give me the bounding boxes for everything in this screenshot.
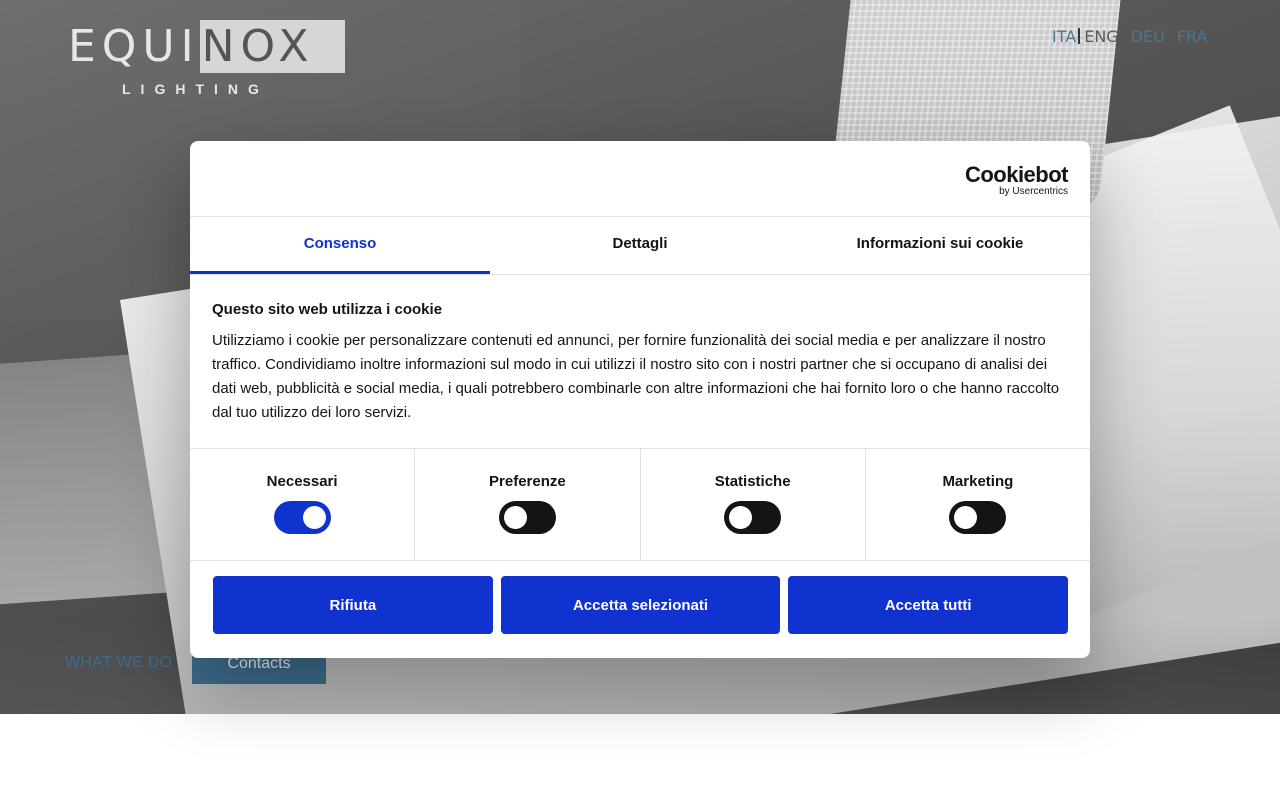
toggle-cell-preferenze: Preferenze bbox=[415, 449, 641, 560]
dialog-tabs: Consenso Dettagli Informazioni sui cooki… bbox=[190, 217, 1090, 275]
cookiebot-logo[interactable]: Cookiebot by Usercentrics bbox=[964, 162, 1069, 197]
logo-word-right: NOX bbox=[199, 20, 345, 73]
toggle-cell-statistiche: Statistiche bbox=[641, 449, 866, 560]
toggle-marketing[interactable] bbox=[949, 501, 1007, 534]
accept-selected-button[interactable]: Accetta selezionati bbox=[500, 576, 781, 634]
tab-dettagli[interactable]: Dettagli bbox=[490, 217, 790, 274]
cookie-consent-dialog: Cookiebot by Usercentrics Consenso Detta… bbox=[190, 141, 1090, 658]
cookiebot-brand: Cookiebot bbox=[964, 162, 1069, 187]
dialog-title: Questo sito web utilizza i cookie bbox=[212, 301, 443, 318]
toggle-knob bbox=[954, 506, 978, 529]
toggle-necessari[interactable] bbox=[273, 501, 331, 534]
accept-all-button[interactable]: Accetta tutti bbox=[788, 576, 1069, 634]
equinox-logo[interactable]: EQUI NOX LIGHTING bbox=[68, 20, 345, 100]
tab-consenso[interactable]: Consenso bbox=[190, 217, 490, 274]
lang-eng[interactable]: ENG bbox=[1084, 27, 1118, 46]
lang-fra[interactable]: FRA bbox=[1177, 27, 1208, 46]
toggle-statistiche[interactable] bbox=[724, 501, 782, 534]
consent-toggles: Necessari Preferenze Statistiche Marketi… bbox=[190, 449, 1090, 561]
dialog-header: Cookiebot by Usercentrics bbox=[190, 141, 1090, 217]
toggle-label-necessari: Necessari bbox=[266, 473, 338, 490]
toggle-knob bbox=[503, 506, 527, 529]
tab-informazioni[interactable]: Informazioni sui cookie bbox=[790, 217, 1090, 274]
nav-what-we-do-link[interactable]: WHAT WE DO bbox=[65, 654, 172, 672]
toggle-label-marketing: Marketing bbox=[942, 473, 1014, 490]
reject-button[interactable]: Rifiuta bbox=[213, 576, 493, 634]
lang-ita[interactable]: ITA bbox=[1052, 27, 1076, 46]
language-switcher: ITA ENG DEU FRA bbox=[1052, 26, 1219, 46]
cookiebot-brand-sub: by Usercentrics bbox=[999, 186, 1068, 197]
toggle-cell-necessari: Necessari bbox=[190, 449, 416, 560]
lang-deu[interactable]: DEU bbox=[1131, 27, 1165, 46]
toggle-knob bbox=[729, 506, 753, 529]
lang-separator bbox=[1078, 28, 1081, 44]
dialog-description: Utilizziamo i cookie per personalizzare … bbox=[212, 332, 1060, 421]
toggle-label-statistiche: Statistiche bbox=[714, 473, 791, 490]
dialog-body: Questo sito web utilizza i cookie Utiliz… bbox=[190, 275, 1090, 449]
toggle-knob bbox=[302, 506, 326, 529]
logo-subtitle: LIGHTING bbox=[122, 81, 269, 97]
logo-wordmark: EQUI NOX bbox=[68, 20, 345, 73]
dialog-buttons: Rifiuta Accetta selezionati Accetta tutt… bbox=[190, 561, 1090, 634]
logo-word-left: EQUI bbox=[68, 21, 200, 72]
toggle-cell-marketing: Marketing bbox=[866, 449, 1090, 560]
toggle-label-preferenze: Preferenze bbox=[489, 473, 566, 490]
toggle-preferenze[interactable] bbox=[498, 501, 556, 534]
